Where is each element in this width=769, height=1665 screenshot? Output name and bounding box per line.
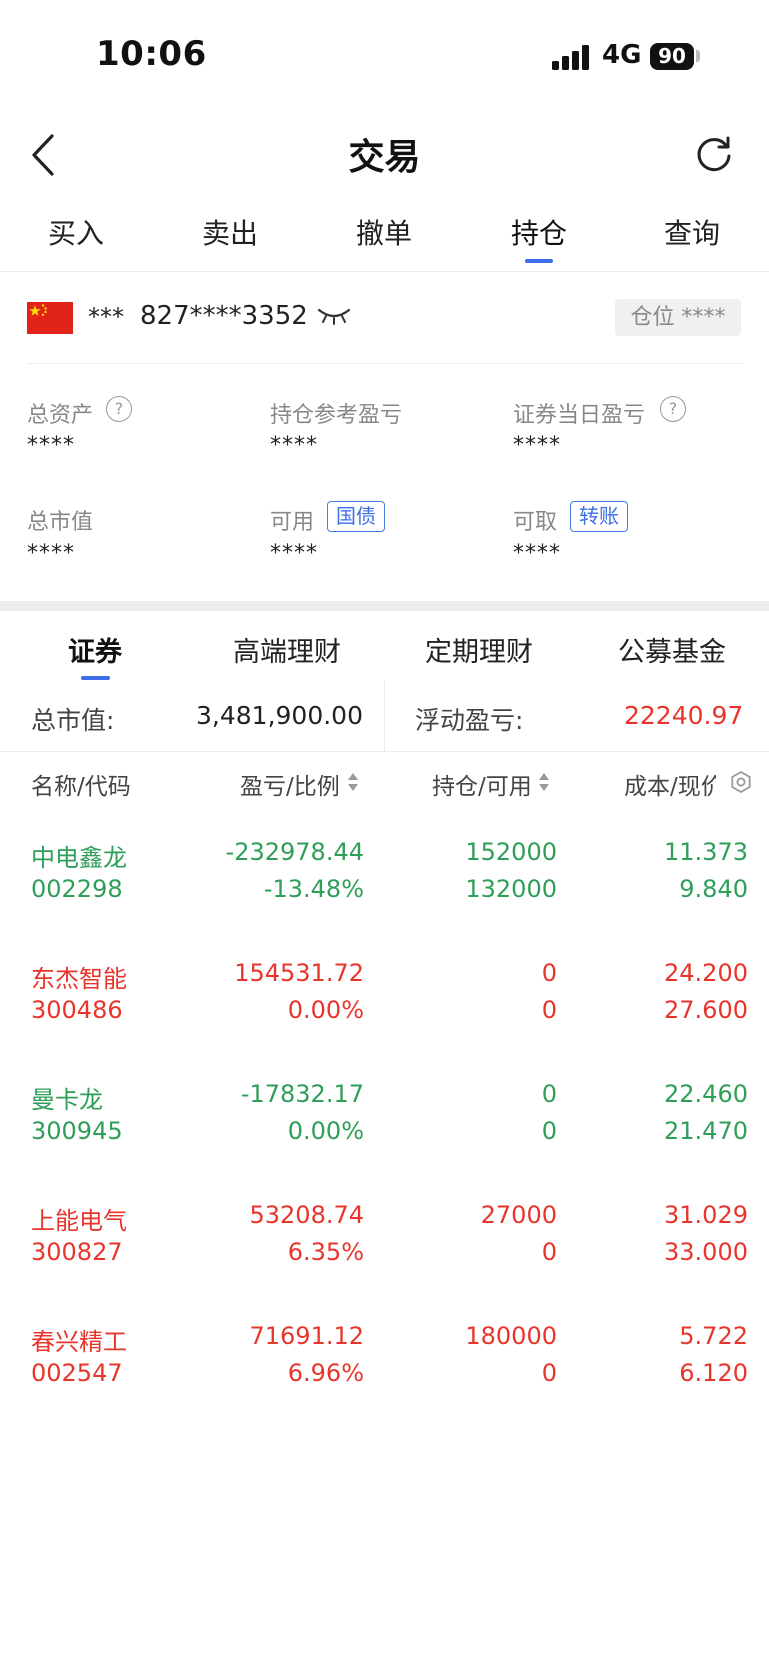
stock-price: 27.600 [664,996,748,1024]
signal-icon [552,44,592,70]
position-badge[interactable]: 仓位 **** [615,299,741,336]
divider [0,271,769,272]
withdrawable-value: **** [513,541,561,566]
sort-icon[interactable] [347,772,359,792]
network-type: 4G [602,40,642,70]
treasury-bond-tag[interactable]: 国债 [327,501,385,532]
stock-name: 春兴精工 [31,1328,127,1356]
stock-position: 27000 [480,1201,557,1229]
tab-holdings[interactable]: 持仓 [479,212,599,252]
stock-cost: 31.029 [664,1201,748,1229]
position-pnl-label: 持仓参考盈亏 [270,403,403,428]
tab-premium-wealth[interactable]: 高端理财 [197,630,377,669]
stock-code: 002298 [31,875,123,903]
refresh-icon[interactable] [694,134,734,174]
china-flag-icon [27,302,73,334]
tab-securities[interactable]: 证券 [5,630,185,669]
stock-position: 0 [541,959,557,987]
withdrawable-label: 可取 [513,510,558,535]
sort-icon[interactable] [538,772,550,792]
stock-price: 21.470 [664,1117,748,1145]
status-time: 10:06 [96,34,207,74]
eye-closed-icon[interactable] [317,306,351,326]
stock-price: 6.120 [679,1359,748,1387]
section-divider [0,601,769,611]
total-assets-label: 总资产 [27,403,94,428]
battery-icon: 90 [650,43,694,70]
stock-position: 152000 [465,838,557,866]
settings-icon[interactable] [729,770,753,794]
stock-cost: 5.722 [679,1322,748,1350]
column-name-code: 名称/代码 [31,774,131,800]
stock-cost: 22.460 [664,1080,748,1108]
help-icon[interactable]: ? [106,396,132,422]
position-pnl-value: **** [270,433,318,458]
page-title: 交易 [348,137,421,178]
market-value-value: **** [27,541,75,566]
column-holding-available[interactable]: 持仓/可用 [432,767,532,801]
account-number: 827****3352 [140,301,308,331]
tab-fixed-term[interactable]: 定期理财 [389,630,569,669]
stock-pnl-ratio: -13.48% [263,875,364,903]
stock-name: 上能电气 [31,1207,127,1235]
market-value-label: 总市值 [27,510,94,535]
stock-pnl-ratio: 0.00% [287,1117,364,1145]
stock-code: 002547 [31,1359,123,1387]
stock-available: 0 [541,1238,557,1266]
daily-pnl-label: 证券当日盈亏 [513,403,646,428]
stock-price: 33.000 [664,1238,748,1266]
tab-cancel[interactable]: 撤单 [324,212,444,252]
divider [27,363,742,364]
transfer-tag[interactable]: 转账 [570,501,628,532]
tab-buy[interactable]: 买入 [16,212,136,252]
stock-code: 300945 [31,1117,123,1145]
stock-code: 300827 [31,1238,123,1266]
stock-pnl-ratio: 0.00% [287,996,364,1024]
stock-name: 中电鑫龙 [31,844,127,872]
total-assets-value: **** [27,433,75,458]
daily-pnl-value: **** [513,433,561,458]
stock-pnl: 154531.72 [234,959,364,987]
stock-cost: 11.373 [664,838,748,866]
stock-code: 300486 [31,996,123,1024]
stock-pnl: 53208.74 [249,1201,364,1229]
available-value: **** [270,541,318,566]
stock-position: 0 [541,1080,557,1108]
stock-available: 0 [541,996,557,1024]
stock-name: 曼卡龙 [31,1086,103,1114]
stock-pnl: -17832.17 [240,1080,364,1108]
stock-pnl: -232978.44 [225,838,364,866]
column-pnl-ratio[interactable]: 盈亏/比例 [240,767,340,801]
stock-pnl-ratio: 6.35% [287,1238,364,1266]
divider [384,681,385,751]
stock-name: 东杰智能 [31,965,127,993]
stock-available: 0 [541,1117,557,1145]
stock-cost: 24.200 [664,959,748,987]
stock-available: 0 [541,1359,557,1387]
stock-pnl: 71691.12 [249,1322,364,1350]
help-icon[interactable]: ? [660,396,686,422]
stock-available: 132000 [465,875,557,903]
battery-tip [696,50,700,62]
tab-query[interactable]: 查询 [632,212,752,252]
active-tab-indicator [525,259,553,263]
floating-pnl-value: 22240.97 [624,701,744,730]
stock-position: 180000 [465,1322,557,1350]
summary-market-value: 3,481,900.00 [196,701,363,730]
tab-sell[interactable]: 卖出 [170,212,290,252]
tab-public-funds[interactable]: 公募基金 [582,630,762,669]
stock-pnl-ratio: 6.96% [287,1359,364,1387]
available-label: 可用 [270,510,315,535]
floating-pnl-label: 浮动盈亏: [415,706,524,735]
account-name-masked: *** [88,303,124,331]
stock-price: 9.840 [679,875,748,903]
summary-market-value-label: 总市值: [31,706,115,735]
active-tab-indicator [81,676,110,680]
column-cost-price: 成本/现价 [624,774,716,800]
divider [0,751,769,752]
